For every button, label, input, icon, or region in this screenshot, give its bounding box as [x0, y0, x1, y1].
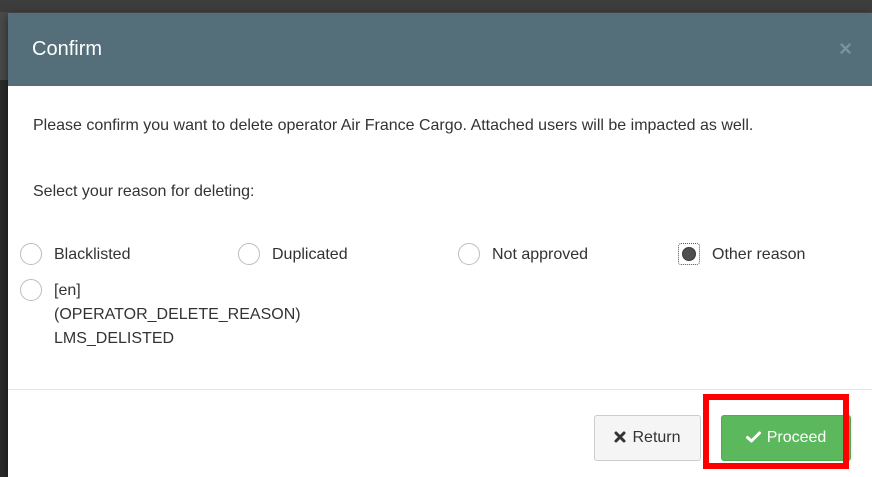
radio-other-reason[interactable]: Other reason — [678, 243, 805, 267]
confirm-dialog: Confirm × Please confirm you want to del… — [8, 13, 872, 477]
radio-label: Blacklisted — [54, 246, 131, 263]
radio-label: Not approved — [492, 246, 589, 263]
dialog-footer: Return Proceed — [8, 389, 872, 477]
reason-prompt: Select your reason for deleting: — [33, 183, 255, 200]
close-icon[interactable]: × — [839, 37, 852, 61]
radio-label: Duplicated — [272, 246, 348, 263]
proceed-button[interactable]: Proceed — [721, 415, 851, 461]
radio-label: Other reason — [712, 246, 806, 263]
radio-button-selected[interactable] — [678, 243, 700, 265]
return-label: Return — [632, 429, 681, 446]
radio-button[interactable] — [458, 243, 480, 265]
backdrop-left-strip — [0, 80, 8, 477]
radio-button[interactable] — [238, 243, 260, 265]
radio-lms-delisted[interactable]: [en] (OPERATOR_DELETE_REASON) LMS_DELIST… — [20, 279, 354, 351]
check-icon — [745, 430, 761, 446]
radio-label: [en] (OPERATOR_DELETE_REASON) LMS_DELIST… — [54, 282, 301, 347]
backdrop-top-strip — [0, 0, 872, 12]
radio-duplicated[interactable]: Duplicated — [238, 243, 348, 267]
radio-blacklisted[interactable]: Blacklisted — [20, 243, 130, 267]
proceed-label: Proceed — [766, 429, 827, 446]
radio-button[interactable] — [20, 279, 42, 301]
dialog-header: Confirm × — [8, 13, 872, 86]
x-icon — [614, 430, 626, 446]
dialog-body: Please confirm you want to delete operat… — [8, 86, 872, 389]
radio-not-approved[interactable]: Not approved — [458, 243, 588, 267]
confirm-message: Please confirm you want to delete operat… — [33, 117, 754, 134]
radio-button[interactable] — [20, 243, 42, 265]
return-button[interactable]: Return — [594, 415, 701, 461]
dialog-title: Confirm — [32, 38, 103, 60]
